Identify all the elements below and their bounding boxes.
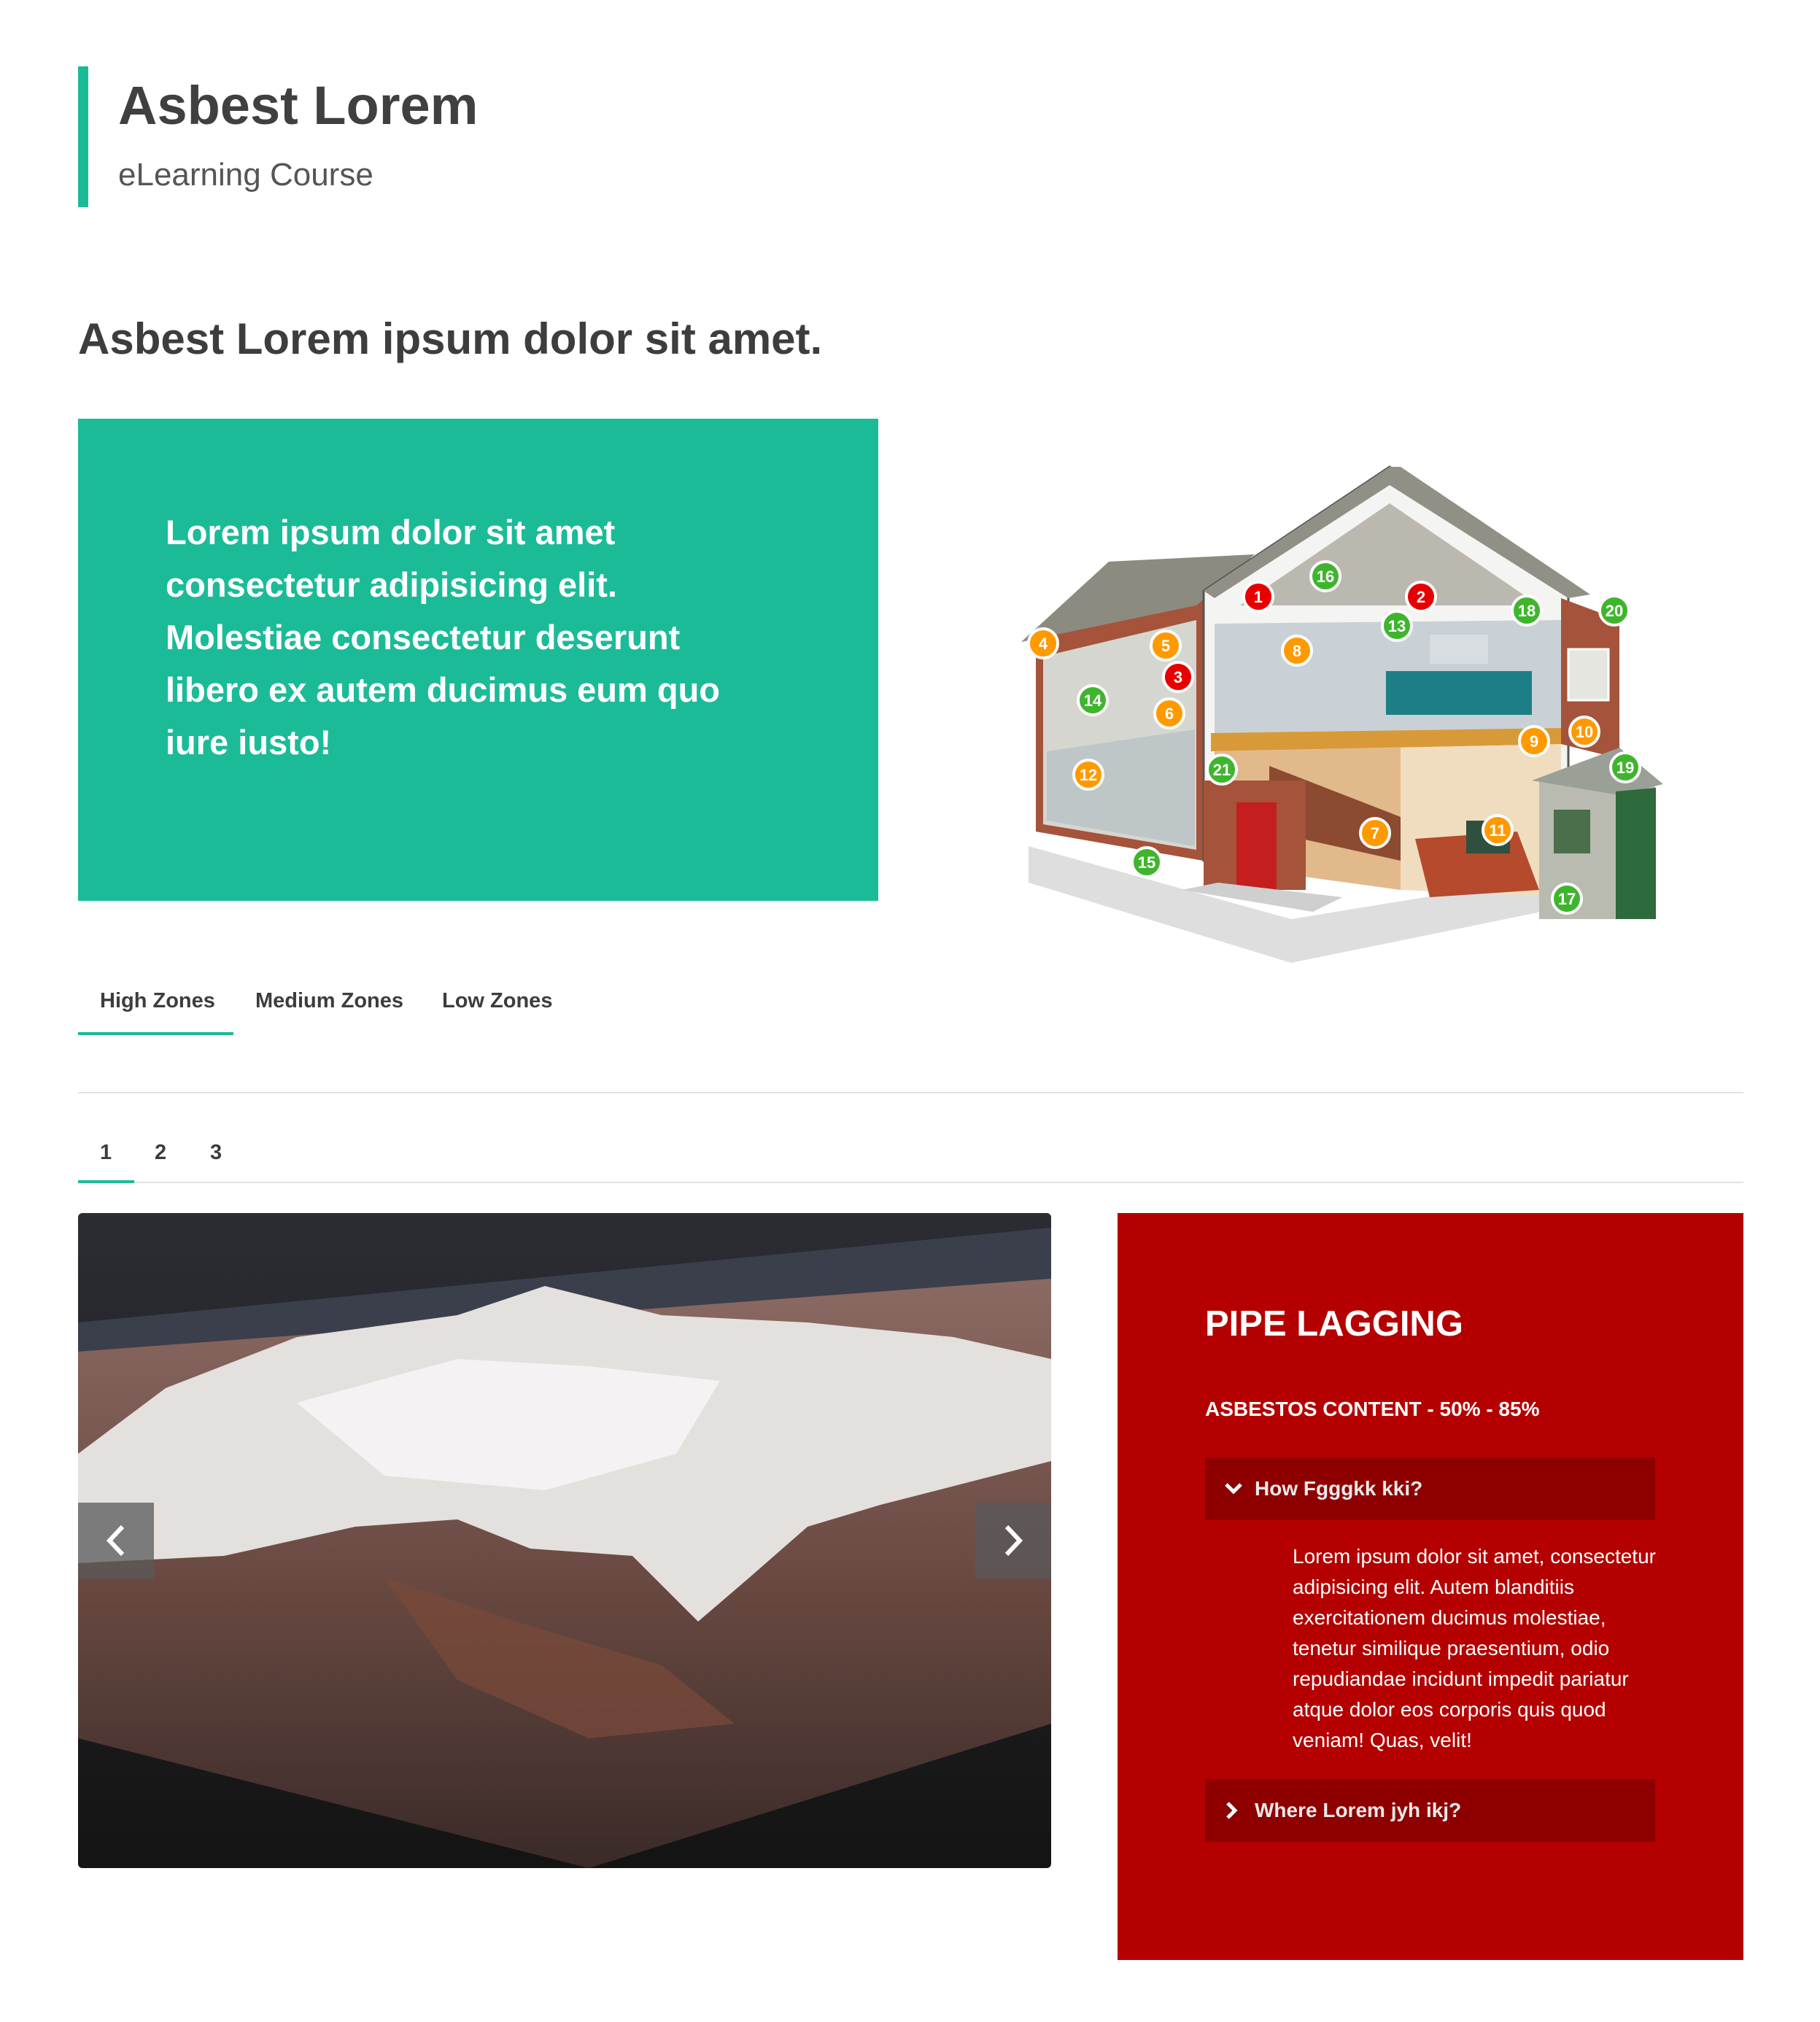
- hotspot-21[interactable]: 21: [1206, 754, 1238, 786]
- accordion-how-body: Lorem ipsum dolor sit amet, consectetur …: [1293, 1545, 1656, 1751]
- svg-text:17: 17: [1558, 890, 1576, 908]
- svg-text:9: 9: [1530, 732, 1538, 751]
- hotspot-20[interactable]: 20: [1598, 594, 1630, 627]
- image-carousel: [78, 1213, 1051, 1868]
- hotspot-13[interactable]: 13: [1381, 610, 1413, 642]
- chevron-right-icon: [1004, 1525, 1023, 1557]
- svg-text:15: 15: [1138, 853, 1155, 872]
- svg-text:18: 18: [1518, 602, 1536, 620]
- svg-text:5: 5: [1161, 637, 1170, 655]
- svg-text:2: 2: [1417, 588, 1425, 606]
- info-title: PIPE LAGGING: [1205, 1304, 1463, 1344]
- svg-text:3: 3: [1174, 668, 1182, 686]
- hotspot-3[interactable]: 3: [1162, 661, 1194, 693]
- page-tab-2[interactable]: 2: [155, 1141, 166, 1165]
- page-title: Asbest Lorem ipsum dolor sit amet.: [78, 314, 823, 363]
- hotspot-15[interactable]: 15: [1131, 846, 1163, 878]
- hotspot-4[interactable]: 4: [1027, 627, 1059, 659]
- svg-text:13: 13: [1388, 617, 1406, 635]
- house-cutaway-image: 1 2 3 4 5 6 7 8 9 10 11 12 13 14 15 16 1…: [1021, 465, 1663, 963]
- asbestos-content-label: ASBESTOS CONTENT - 50% - 85%: [1205, 1398, 1540, 1420]
- tab-low-zones[interactable]: Low Zones: [442, 989, 552, 1013]
- chevron-down-icon: [1224, 1481, 1246, 1496]
- svg-text:10: 10: [1576, 723, 1593, 741]
- accordion-where-label: Where Lorem jyh ikj?: [1255, 1799, 1462, 1821]
- carousel-prev-button[interactable]: [78, 1503, 154, 1579]
- accordion-how-header[interactable]: How Fgggkk kki?: [1205, 1457, 1655, 1520]
- hotspot-10[interactable]: 10: [1568, 716, 1600, 748]
- page-tabs-divider: [78, 1182, 1743, 1183]
- hotspot-11[interactable]: 11: [1482, 814, 1514, 846]
- hotspot-1[interactable]: 1: [1242, 581, 1274, 613]
- section-divider: [78, 1092, 1743, 1093]
- accordion-where-header[interactable]: Where Lorem jyh ikj?: [1205, 1779, 1655, 1842]
- svg-text:14: 14: [1084, 692, 1102, 710]
- hotspot-12[interactable]: 12: [1072, 759, 1104, 791]
- svg-text:1: 1: [1254, 588, 1263, 606]
- chevron-right-icon: [1224, 1801, 1246, 1820]
- active-tab-indicator: [78, 1032, 233, 1035]
- svg-text:20: 20: [1606, 602, 1623, 620]
- hotspot-9[interactable]: 9: [1518, 725, 1550, 757]
- hotspot-2[interactable]: 2: [1405, 581, 1437, 613]
- course-title: Asbest Lorem: [118, 75, 479, 136]
- svg-text:6: 6: [1165, 705, 1174, 723]
- hotspot-7[interactable]: 7: [1359, 817, 1391, 849]
- page-tab-1[interactable]: 1: [100, 1141, 112, 1165]
- svg-text:16: 16: [1317, 568, 1334, 586]
- svg-text:12: 12: [1080, 766, 1097, 784]
- house-illustration: 1 2 3 4 5 6 7 8 9 10 11 12 13 14 15 16 1…: [963, 452, 1678, 970]
- tab-high-zones[interactable]: High Zones: [100, 989, 215, 1013]
- svg-text:7: 7: [1371, 824, 1379, 842]
- intro-text: Lorem ipsum dolor sit amet consectetur a…: [166, 513, 720, 762]
- hotspot-6[interactable]: 6: [1153, 697, 1185, 729]
- svg-text:11: 11: [1489, 821, 1506, 840]
- pipe-lagging-photo: [78, 1213, 1051, 1868]
- svg-text:4: 4: [1039, 635, 1048, 653]
- zone-info-panel: PIPE LAGGING ASBESTOS CONTENT - 50% - 85…: [1118, 1213, 1743, 1960]
- svg-text:19: 19: [1616, 759, 1634, 777]
- hotspot-14[interactable]: 14: [1077, 684, 1109, 716]
- svg-text:21: 21: [1213, 761, 1231, 779]
- brand-accent-bar: [78, 66, 88, 207]
- intro-panel: Lorem ipsum dolor sit amet consectetur a…: [78, 419, 878, 901]
- hotspot-8[interactable]: 8: [1281, 635, 1313, 667]
- hotspot-5[interactable]: 5: [1150, 630, 1182, 662]
- carousel-next-button[interactable]: [975, 1503, 1051, 1579]
- page-tab-3[interactable]: 3: [210, 1141, 222, 1165]
- hotspot-19[interactable]: 19: [1609, 751, 1641, 783]
- tab-medium-zones[interactable]: Medium Zones: [255, 989, 403, 1013]
- hotspot-16[interactable]: 16: [1309, 560, 1341, 592]
- hotspot-18[interactable]: 18: [1511, 594, 1543, 627]
- active-page-indicator: [78, 1180, 134, 1183]
- hotspot-17[interactable]: 17: [1551, 883, 1583, 915]
- chevron-left-icon: [106, 1525, 125, 1557]
- course-subtitle: eLearning Course: [118, 157, 373, 193]
- svg-text:8: 8: [1293, 642, 1301, 660]
- accordion-how-label: How Fgggkk kki?: [1255, 1477, 1423, 1500]
